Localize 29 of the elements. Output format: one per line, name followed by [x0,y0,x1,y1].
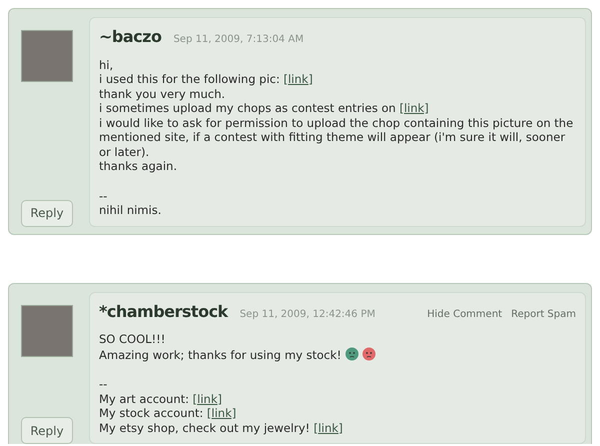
comment-text: SO COOL!!! [99,332,166,346]
author-name[interactable]: *chamberstock [99,304,228,319]
comment-text: nihil nimis. [99,203,162,217]
comment-text: -- [99,377,108,391]
comment-timestamp: Sep 11, 2009, 12:42:46 PM [240,308,376,322]
avatar-photo-placeholder [21,30,73,82]
reply-button[interactable]: Reply [21,417,73,444]
comment-text: i would like to ask for permission to upload the chop containing this picture on the mentioned site, if a contest with fitting theme will appear (i'm sure it will, sooner or later). [99,116,574,158]
comment-text: -- [99,188,108,202]
comment-link[interactable]: [link] [314,420,343,434]
comment-text: thank you very much. [99,86,226,100]
reply-button[interactable]: Reply [21,200,73,226]
comment-text: My art account: [99,392,190,406]
comment-link[interactable]: [link] [206,406,236,420]
comment-text: My stock account: [99,406,204,420]
comment-text: i sometimes upload my chops as contest entries on [99,101,397,115]
comment-link[interactable]: [link] [284,72,313,86]
comment-text: Amazing work; thanks for using my stock! [99,348,342,362]
comment-text: hi, [99,58,114,72]
comment-action-link[interactable]: Hide Comment [427,308,502,322]
author-name[interactable]: ~baczo [99,30,162,44]
comment-text: thanks again. [99,159,177,173]
comment-text: My etsy shop, check out my jewelry! [99,420,311,434]
comment-timestamp: Sep 11, 2009, 7:13:04 AM [173,33,304,47]
comment-link[interactable]: [link] [399,101,429,115]
avatar-photo-placeholder [21,304,73,356]
comment-text: i used this for the following pic: [99,72,281,86]
comment-link[interactable]: [link] [192,392,222,406]
comment-action-link[interactable]: Report Spam [511,308,576,322]
